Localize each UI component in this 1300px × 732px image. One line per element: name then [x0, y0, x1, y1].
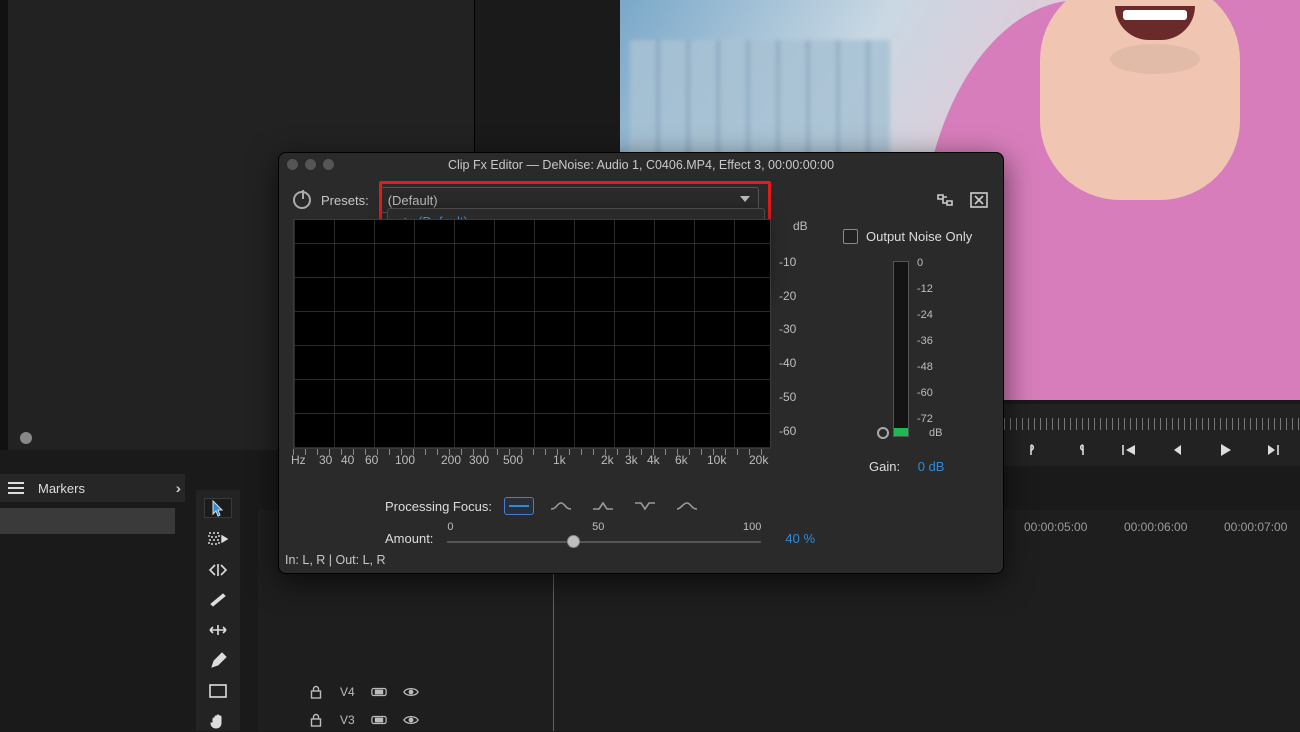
- track-select-tool[interactable]: [204, 530, 232, 548]
- spectrum-grid: [294, 220, 770, 448]
- time-label: 00:00:05:00: [1024, 520, 1087, 534]
- amount-row: Amount: 0 50 100 40 %: [385, 525, 815, 551]
- io-status: In: L, R | Out: L, R: [285, 553, 386, 567]
- amount-slider-track: [447, 541, 761, 543]
- hz-unit-label: Hz: [291, 453, 306, 467]
- clip-fx-editor-dialog: Clip Fx Editor — DeNoise: Audio 1, C0406…: [278, 152, 1004, 574]
- rectangle-tool[interactable]: [204, 682, 232, 700]
- mark-in-button[interactable]: [1022, 439, 1044, 461]
- gain-value[interactable]: 0 dB: [918, 459, 945, 474]
- gain-label: Gain:: [869, 459, 900, 474]
- selection-tool[interactable]: [204, 498, 232, 518]
- chevron-down-icon: [740, 196, 750, 202]
- close-window-button[interactable]: [287, 159, 298, 170]
- markers-panel-header[interactable]: Markers ››: [0, 474, 185, 502]
- monitor-ruler[interactable]: [1004, 404, 1300, 434]
- focus-lowcut-button[interactable]: [546, 497, 576, 515]
- eye-icon[interactable]: [403, 712, 419, 728]
- video-subject-shadow: [1110, 44, 1200, 74]
- hand-tool[interactable]: [204, 713, 232, 731]
- markers-selection[interactable]: [0, 508, 175, 534]
- video-subject-teeth: [1123, 10, 1187, 20]
- dialog-titlebar[interactable]: Clip Fx Editor — DeNoise: Audio 1, C0406…: [279, 153, 1003, 177]
- tool-strip: [196, 490, 240, 731]
- markers-label: Markers: [38, 481, 85, 496]
- slip-tool[interactable]: [204, 621, 232, 639]
- lock-icon[interactable]: [308, 684, 324, 700]
- track-toggle-icon[interactable]: [371, 684, 387, 700]
- focus-peak-button[interactable]: [588, 497, 618, 515]
- pen-tool[interactable]: [204, 652, 232, 670]
- focus-all-button[interactable]: [504, 497, 534, 515]
- presets-label: Presets:: [321, 193, 369, 208]
- scroll-indicator[interactable]: [20, 432, 32, 444]
- amount-slider-thumb[interactable]: [567, 535, 580, 548]
- processing-focus-row: Processing Focus:: [385, 497, 702, 515]
- amount-slider[interactable]: 0 50 100: [447, 525, 761, 551]
- db-scale: dB -10 -20 -30 -40 -50 -60: [779, 219, 819, 459]
- eye-icon[interactable]: [403, 684, 419, 700]
- db-unit-label: dB: [793, 219, 808, 233]
- amount-slider-labels: 0 50 100: [447, 521, 761, 533]
- preset-selected-value: (Default): [388, 193, 438, 208]
- play-button[interactable]: [1214, 439, 1236, 461]
- step-forward-button[interactable]: [1262, 439, 1284, 461]
- panel-menu-icon[interactable]: [8, 482, 24, 494]
- focus-highcut-button[interactable]: [672, 497, 702, 515]
- meter-bar-left: [893, 261, 909, 437]
- track-toggle-icon[interactable]: [371, 712, 387, 728]
- dialog-title: Clip Fx Editor — DeNoise: Audio 1, C0406…: [279, 158, 1003, 172]
- track-label: V4: [340, 685, 355, 699]
- close-icon[interactable]: [969, 191, 989, 209]
- amount-label: Amount:: [385, 531, 433, 546]
- transport-controls: [1004, 434, 1300, 466]
- razor-tool[interactable]: [204, 591, 232, 609]
- output-noise-label: Output Noise Only: [866, 229, 972, 244]
- amount-value[interactable]: 40 %: [785, 531, 815, 546]
- time-label: 00:00:07:00: [1224, 520, 1287, 534]
- channel-map-icon[interactable]: [935, 191, 955, 209]
- expand-icon[interactable]: ››: [176, 480, 177, 496]
- monitor-ruler-ticks: [1004, 418, 1300, 430]
- ripple-edit-tool[interactable]: [204, 560, 232, 578]
- step-back-button[interactable]: [1166, 439, 1188, 461]
- power-toggle-icon[interactable]: [293, 191, 311, 209]
- gain-row: Gain: 0 dB: [869, 459, 944, 474]
- spectrum-display[interactable]: [293, 219, 771, 449]
- track-row[interactable]: V4: [308, 680, 419, 704]
- mark-out-button[interactable]: [1070, 439, 1092, 461]
- processing-focus-label: Processing Focus:: [385, 499, 492, 514]
- spectrum-area: dB -10 -20 -30 -40 -50 -60 Hz 30 40 60 1…: [289, 219, 787, 479]
- track-row[interactable]: V3: [308, 708, 419, 732]
- window-controls: [287, 159, 334, 170]
- lock-icon[interactable]: [308, 712, 324, 728]
- zoom-window-button[interactable]: [323, 159, 334, 170]
- meter-gain-knob[interactable]: [877, 427, 889, 439]
- minimize-window-button[interactable]: [305, 159, 316, 170]
- focus-notch-button[interactable]: [630, 497, 660, 515]
- output-noise-checkbox[interactable]: [843, 229, 858, 244]
- go-to-in-button[interactable]: [1118, 439, 1140, 461]
- left-edge-strip: [0, 0, 8, 450]
- output-noise-row: Output Noise Only: [843, 229, 972, 244]
- track-label: V3: [340, 713, 355, 727]
- time-label: 00:00:06:00: [1124, 520, 1187, 534]
- meter-unit-label: dB: [929, 427, 942, 439]
